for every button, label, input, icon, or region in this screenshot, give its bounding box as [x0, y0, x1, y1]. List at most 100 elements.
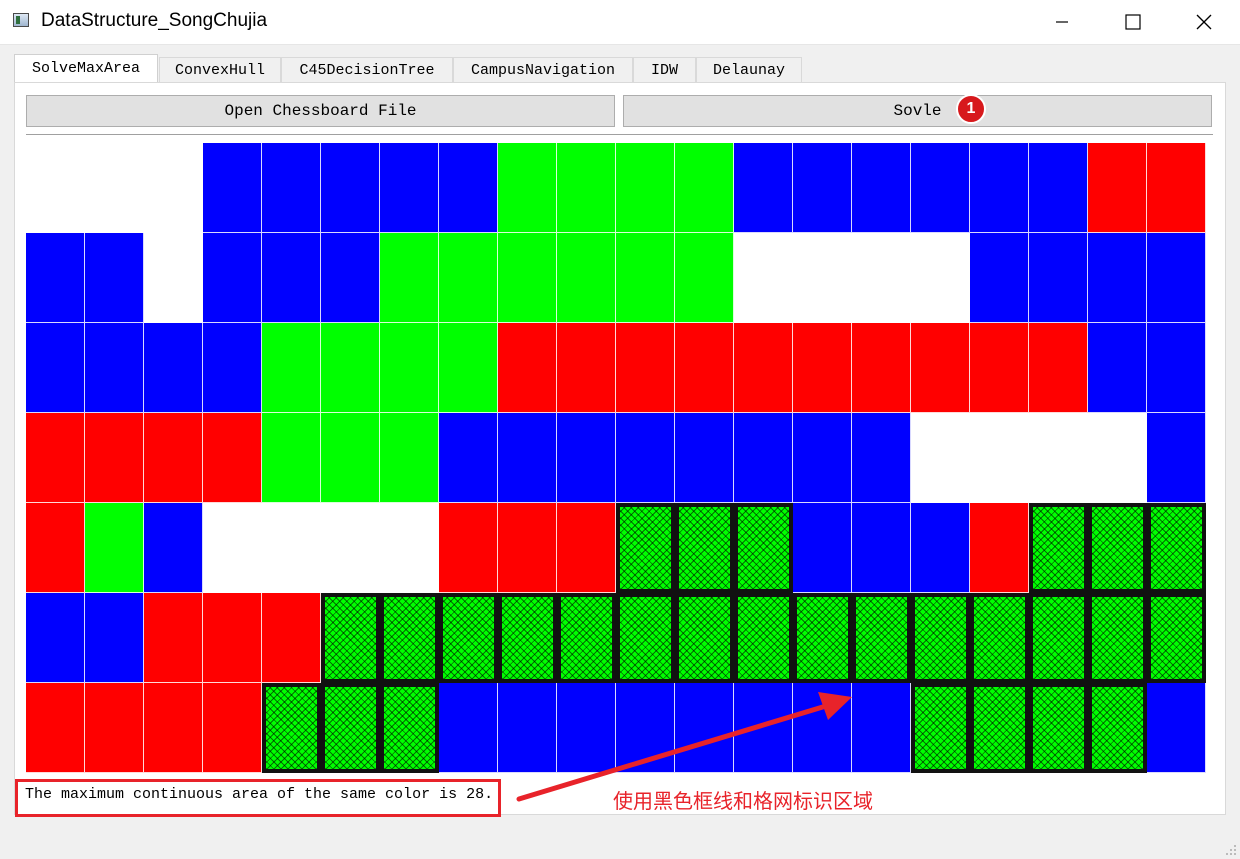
board-cell [852, 503, 911, 593]
board-cell [1029, 413, 1088, 503]
tab-idw[interactable]: IDW [633, 57, 696, 82]
board-cell [262, 413, 321, 503]
board-cell [498, 323, 557, 413]
board-cell [144, 143, 203, 233]
board-cell [439, 683, 498, 773]
board-cell [85, 683, 144, 773]
tab-label: IDW [650, 61, 678, 79]
board-cell [970, 323, 1029, 413]
board-cell [1088, 143, 1147, 233]
board-cell [616, 323, 675, 413]
highlighted-cell [734, 503, 793, 593]
highlighted-cell [911, 593, 970, 683]
minimize-button[interactable] [1027, 0, 1097, 44]
board-cell [970, 233, 1029, 323]
board-cell [557, 323, 616, 413]
board-cell [380, 143, 439, 233]
board-cell [85, 503, 144, 593]
close-button[interactable] [1169, 0, 1239, 44]
board-cell [26, 413, 85, 503]
highlighted-cell [616, 593, 675, 683]
highlighted-cell [1147, 593, 1206, 683]
highlighted-cell [1029, 593, 1088, 683]
board-cell [498, 143, 557, 233]
board-cell [793, 143, 852, 233]
board-cell [144, 233, 203, 323]
tab-convexhull[interactable]: ConvexHull [159, 57, 281, 82]
board-cell [1088, 323, 1147, 413]
board-cell [26, 593, 85, 683]
tab-delaunay[interactable]: Delaunay [696, 57, 802, 82]
tab-solvemaxarea[interactable]: SolveMaxArea [14, 54, 158, 82]
tab-label: C45DecisionTree [299, 61, 435, 79]
board-cell [793, 503, 852, 593]
annotation-label: 使用黑色框线和格网标识区域 [613, 789, 873, 813]
board-cell [439, 503, 498, 593]
board-cell [380, 413, 439, 503]
board-cell [262, 593, 321, 683]
highlighted-cell [734, 593, 793, 683]
close-icon [1196, 14, 1212, 30]
board-cell [734, 233, 793, 323]
highlighted-cell [911, 683, 970, 773]
board-cell [498, 233, 557, 323]
board-cell [852, 413, 911, 503]
board-cell [203, 413, 262, 503]
board-cell [380, 503, 439, 593]
board-cell [85, 233, 144, 323]
maximize-button[interactable] [1098, 0, 1168, 44]
solve-button[interactable]: Sovle [623, 95, 1212, 127]
board-cell [852, 233, 911, 323]
board-cell [911, 143, 970, 233]
board-cell [380, 323, 439, 413]
board-cell [557, 143, 616, 233]
tab-c45decisiontree[interactable]: C45DecisionTree [281, 57, 453, 82]
highlighted-cell [262, 683, 321, 773]
board-cell [1147, 323, 1206, 413]
board-cell [734, 143, 793, 233]
board-cell [734, 323, 793, 413]
highlighted-cell [321, 593, 380, 683]
board-cell [321, 413, 380, 503]
board-cell [85, 413, 144, 503]
board-cell [144, 593, 203, 683]
title-bar: DataStructure_SongChujia [0, 0, 1240, 45]
board-cell [675, 683, 734, 773]
board-cell [203, 683, 262, 773]
open-chessboard-button[interactable]: Open Chessboard File [26, 95, 615, 127]
minimize-icon [1056, 21, 1068, 23]
highlighted-cell [498, 593, 557, 683]
highlighted-cell [439, 593, 498, 683]
board-cell [557, 503, 616, 593]
board-cell [675, 323, 734, 413]
board-cell [439, 233, 498, 323]
board-cell [321, 143, 380, 233]
highlighted-cell [616, 503, 675, 593]
board-cell [203, 503, 262, 593]
board-cell [675, 143, 734, 233]
tab-label: ConvexHull [174, 61, 265, 79]
window-title: DataStructure_SongChujia [41, 10, 268, 31]
board-cell [144, 413, 203, 503]
board-cell [911, 233, 970, 323]
board-cell [85, 143, 144, 233]
step-badge: 1 [956, 94, 986, 124]
resize-grip-icon[interactable] [1225, 844, 1237, 856]
board-cell [203, 593, 262, 683]
highlighted-cell [1088, 683, 1147, 773]
board-cell [1147, 143, 1206, 233]
board-cell [26, 323, 85, 413]
board-cell [439, 143, 498, 233]
highlighted-cell [1029, 683, 1088, 773]
board-cell [321, 323, 380, 413]
board-cell [1029, 323, 1088, 413]
highlighted-cell [557, 593, 616, 683]
board-cell [498, 413, 557, 503]
app-window-icon [13, 13, 29, 27]
board-cell [1029, 143, 1088, 233]
board-cell [616, 413, 675, 503]
tab-campusnavigation[interactable]: CampusNavigation [453, 57, 633, 82]
highlighted-cell [380, 683, 439, 773]
board-cell [734, 413, 793, 503]
board-cell [675, 413, 734, 503]
